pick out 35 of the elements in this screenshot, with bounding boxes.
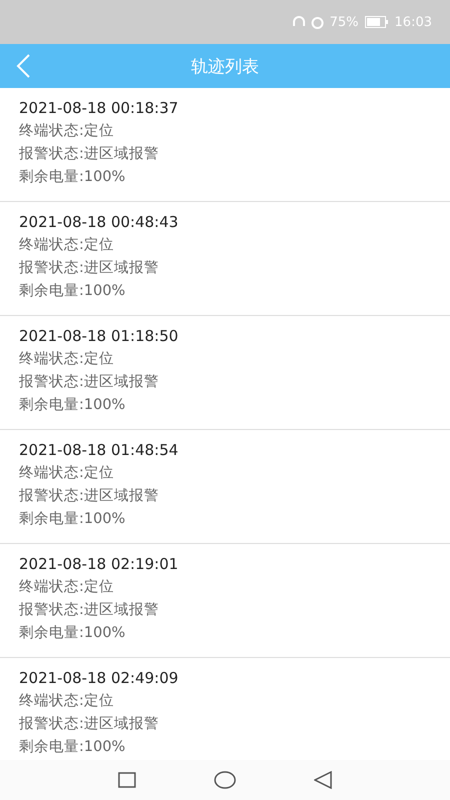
record-time: 2021-08-18 02:19:01 bbox=[19, 554, 180, 575]
page-title: 轨迹列表 bbox=[191, 56, 259, 78]
record-detail: 剩余电量:100% bbox=[19, 282, 126, 301]
record-detail: 剩余电量:100% bbox=[19, 396, 126, 415]
back-icon[interactable] bbox=[314, 771, 332, 789]
record-detail: 剩余电量:100% bbox=[19, 738, 126, 757]
record-detail: 报警状态:进区域报警 bbox=[19, 373, 160, 392]
track-record[interactable]: 2021-08-18 01:48:54 终端状态:定位 报警状态:进区域报警 剩余电量:100% bbox=[0, 430, 450, 544]
headphones-icon bbox=[292, 16, 305, 28]
record-time: 2021-08-18 01:18:50 bbox=[19, 326, 180, 347]
battery-icon bbox=[364, 16, 389, 28]
record-detail: 终端状态:定位 bbox=[19, 578, 115, 597]
record-detail: 报警状态:进区域报警 bbox=[19, 487, 160, 506]
record-detail: 剩余电量:100% bbox=[19, 624, 126, 643]
record-time: 2021-08-18 00:48:43 bbox=[19, 212, 180, 233]
recents-icon[interactable] bbox=[118, 772, 136, 788]
record-detail: 终端状态:定位 bbox=[19, 692, 115, 711]
record-time: 2021-08-18 01:48:54 bbox=[19, 440, 180, 461]
track-record[interactable]: 2021-08-18 00:48:43 终端状态:定位 报警状态:进区域报警 剩余电量:100% bbox=[0, 202, 450, 316]
record-detail: 剩余电量:100% bbox=[19, 510, 126, 529]
record-detail: 终端状态:定位 bbox=[19, 122, 115, 141]
record-detail: 终端状态:定位 bbox=[19, 350, 115, 369]
record-detail: 终端状态:定位 bbox=[19, 464, 115, 483]
record-detail: 报警状态:进区域报警 bbox=[19, 145, 160, 164]
home-icon[interactable] bbox=[214, 771, 236, 789]
record-detail: 报警状态:进区域报警 bbox=[19, 601, 160, 620]
record-time: 2021-08-18 00:18:37 bbox=[19, 98, 180, 119]
track-record[interactable]: 2021-08-18 01:18:50 终端状态:定位 报警状态:进区域报警 剩余电量:100% bbox=[0, 316, 450, 430]
record-detail: 终端状态:定位 bbox=[19, 236, 115, 255]
record-detail: 剩余电量:100% bbox=[19, 168, 126, 187]
record-time: 2021-08-18 02:49:09 bbox=[19, 668, 180, 689]
track-record[interactable]: 2021-08-18 00:18:37 终端状态:定位 报警状态:进区域报警 剩余电量:100% bbox=[0, 88, 450, 202]
record-detail: 报警状态:进区域报警 bbox=[19, 259, 160, 278]
track-record[interactable]: 2021-08-18 02:19:01 终端状态:定位 报警状态:进区域报警 剩余电量:100% bbox=[0, 544, 450, 658]
record-detail: 报警状态:进区域报警 bbox=[19, 715, 160, 734]
